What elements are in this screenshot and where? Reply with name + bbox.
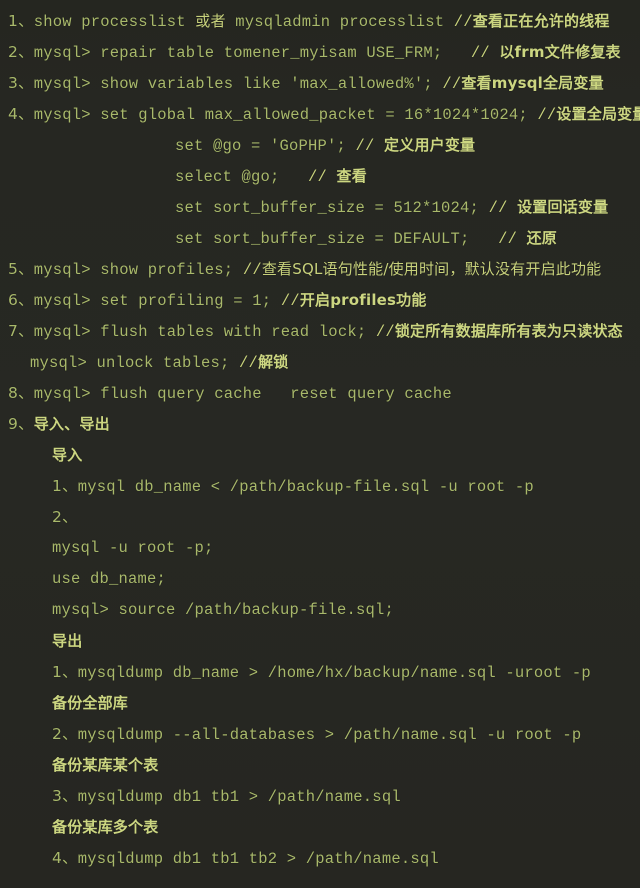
code-line: set @go = 'GoPHP'; // 定义用户变量	[0, 130, 640, 161]
code-segment-cn-b: 解锁	[258, 353, 289, 371]
code-segment-cmd: mysql> flush tables with read lock;	[33, 323, 376, 341]
code-segment-cmt: //	[488, 199, 518, 217]
code-line: mysql> source /path/backup-file.sql;	[0, 595, 640, 626]
code-segment-cn-b: 导入、导出	[33, 415, 110, 433]
code-line: 备份某库某个表	[0, 750, 640, 781]
code-segment-cmt: //	[242, 261, 262, 279]
code-segment-num: 4、	[52, 849, 78, 867]
code-segment-cmd: set @go = 'GoPHP';	[175, 137, 356, 155]
code-segment-cn-b: 查看正在允许的线程	[472, 12, 610, 30]
code-block[interactable]: 1、show processlist 或者 mysqladmin process…	[0, 0, 640, 874]
code-segment-cmd: mysql> set global max_allowed_packet = 1…	[33, 106, 538, 124]
code-segment-cmd: mysqldump --all-databases > /path/name.s…	[77, 726, 582, 744]
code-segment-cmt: //	[239, 354, 259, 372]
code-line: set sort_buffer_size = 512*1024; // 设置回话…	[0, 192, 640, 223]
code-segment-cmt: //	[453, 13, 473, 31]
code-segment-cn-b: 定义用户变量	[384, 136, 476, 154]
code-segment-cn-b: 设置全局变量	[556, 105, 640, 123]
code-segment-cmd: mysqldump db1 tb1 > /path/name.sql	[77, 788, 401, 806]
code-line: set sort_buffer_size = DEFAULT; // 还原	[0, 223, 640, 254]
code-segment-cmt: //	[442, 75, 462, 93]
code-segment-cn: 查看SQL语句性能/使用时间，默认没有开启此功能	[261, 260, 602, 278]
code-segment-cmd: mysqladmin processlist	[225, 13, 454, 31]
code-line: 4、mysql> set global max_allowed_packet =…	[0, 99, 640, 130]
code-segment-cn-b: 备份某库多个表	[52, 818, 159, 836]
code-line: use db_name;	[0, 564, 640, 595]
code-segment-cmd: mysql> set profiling = 1;	[33, 292, 281, 310]
code-line: 2、mysql> repair table tomener_myisam USE…	[0, 37, 640, 68]
code-segment-cmt: //	[470, 44, 500, 62]
code-line: 导入	[0, 440, 640, 471]
code-segment-cn-b: 备份某库某个表	[52, 756, 159, 774]
code-line: 备份全部库	[0, 688, 640, 719]
code-segment-num: 3、	[52, 787, 78, 805]
code-segment-cmd: mysql> unlock tables;	[30, 354, 240, 372]
code-segment-num: 1、	[52, 663, 78, 681]
code-segment-num: 8、	[8, 384, 34, 402]
code-segment-num: 2、	[52, 508, 78, 526]
code-line: 9、导入、导出	[0, 409, 640, 440]
code-segment-num: 4、	[8, 105, 34, 123]
code-line: 1、mysqldump db_name > /home/hx/backup/na…	[0, 657, 640, 688]
code-segment-cmd: mysqldump db_name > /home/hx/backup/name…	[77, 664, 591, 682]
code-line: 6、mysql> set profiling = 1; //开启profiles…	[0, 285, 640, 316]
code-line: 导出	[0, 626, 640, 657]
code-segment-cn: 或者	[195, 12, 226, 30]
code-notes-screen: 1、show processlist 或者 mysqladmin process…	[0, 0, 640, 888]
code-line: 5、mysql> show profiles; //查看SQL语句性能/使用时间…	[0, 254, 640, 285]
code-line: select @go; // 查看	[0, 161, 640, 192]
code-segment-cmd: mysql -u root -p;	[52, 539, 214, 557]
code-line: 3、mysqldump db1 tb1 > /path/name.sql	[0, 781, 640, 812]
code-segment-cmd: select @go;	[175, 168, 309, 186]
code-segment-cmd: mysql> show profiles;	[33, 261, 243, 279]
code-line: 2、	[0, 502, 640, 533]
code-segment-cn-b: 锁定所有数据库所有表为只读状态	[394, 322, 623, 340]
code-line: 7、mysql> flush tables with read lock; //…	[0, 316, 640, 347]
code-segment-cmd: mysql> show variables like 'max_allowed%…	[33, 75, 443, 93]
code-line: mysql -u root -p;	[0, 533, 640, 564]
code-line: 1、show processlist 或者 mysqladmin process…	[0, 6, 640, 37]
code-segment-cmd: set sort_buffer_size = DEFAULT;	[175, 230, 499, 248]
code-line: 2、mysqldump --all-databases > /path/name…	[0, 719, 640, 750]
code-segment-num: 1、	[8, 12, 34, 30]
code-line: 3、mysql> show variables like 'max_allowe…	[0, 68, 640, 99]
code-line: 8、mysql> flush query cache reset query c…	[0, 378, 640, 409]
code-segment-cmt: //	[537, 106, 557, 124]
code-segment-cmd: mysql> source /path/backup-file.sql;	[52, 601, 395, 619]
code-segment-num: 6、	[8, 291, 34, 309]
code-segment-cmd: use db_name;	[52, 570, 167, 588]
code-line: 4、mysqldump db1 tb1 tb2 > /path/name.sql	[0, 843, 640, 874]
code-line: 备份某库多个表	[0, 812, 640, 843]
code-segment-num: 2、	[52, 725, 78, 743]
code-segment-num: 3、	[8, 74, 34, 92]
code-segment-cn-b: 备份全部库	[52, 694, 129, 712]
code-segment-num: 5、	[8, 260, 34, 278]
code-segment-cn-b: 导入	[52, 446, 83, 464]
code-segment-num: 7、	[8, 322, 34, 340]
code-segment-cn-b: 查看	[336, 167, 367, 185]
code-segment-cn-b: 以frm文件修复表	[499, 43, 621, 61]
code-segment-cmt: //	[375, 323, 395, 341]
code-segment-cmd: mysql> flush query cache reset query cac…	[33, 385, 452, 403]
code-segment-cmt: //	[498, 230, 527, 248]
code-segment-cn-b: 导出	[52, 632, 83, 650]
code-line: mysql> unlock tables; //解锁	[0, 347, 640, 378]
code-segment-cn-b: 设置回话变量	[517, 198, 609, 216]
code-segment-cmd: set sort_buffer_size = 512*1024;	[175, 199, 489, 217]
code-segment-num: 9、	[8, 415, 34, 433]
code-segment-cmd: mysql> repair table tomener_myisam USE_F…	[33, 44, 471, 62]
code-segment-cmd: mysql db_name < /path/backup-file.sql -u…	[77, 478, 534, 496]
code-segment-cn-b: 还原	[526, 229, 557, 247]
code-segment-cmd: show processlist	[33, 13, 196, 31]
code-segment-num: 2、	[8, 43, 34, 61]
code-segment-cn-b: 查看mysql全局变量	[461, 74, 604, 92]
code-segment-cmt: //	[308, 168, 337, 186]
code-segment-num: 1、	[52, 477, 78, 495]
code-segment-cmt: //	[355, 137, 385, 155]
code-segment-cn-b: 开启profiles功能	[299, 291, 427, 309]
code-segment-cmd: mysqldump db1 tb1 tb2 > /path/name.sql	[77, 850, 439, 868]
code-segment-cmt: //	[280, 292, 300, 310]
code-line: 1、mysql db_name < /path/backup-file.sql …	[0, 471, 640, 502]
